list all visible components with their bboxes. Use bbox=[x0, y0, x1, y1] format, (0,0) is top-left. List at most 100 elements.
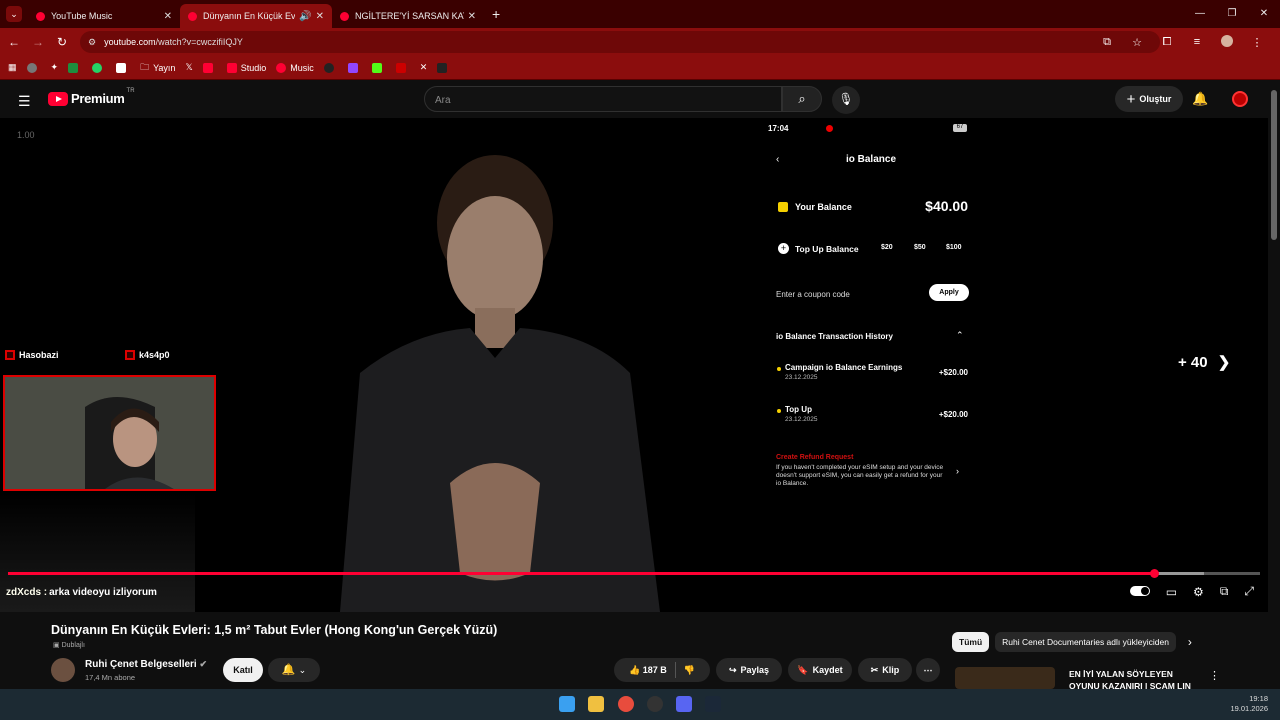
chrome-icon[interactable] bbox=[618, 696, 634, 712]
back-icon[interactable]: ← bbox=[2, 35, 26, 49]
chip-channel[interactable]: Ruhi Cenet Documentaries adlı yükleyicid… bbox=[995, 632, 1176, 652]
bookmark-star-icon[interactable]: ☆ bbox=[1122, 36, 1152, 49]
page-scrollbar[interactable] bbox=[1271, 90, 1277, 240]
bookmark-red-icon[interactable] bbox=[395, 62, 410, 73]
bookmark-twitch-icon[interactable] bbox=[347, 62, 362, 73]
subscription-notifications-button[interactable]: 🔔 ⌄ bbox=[268, 658, 320, 682]
youtube-masthead: ☰ Premium TR Ara ⌕ 🎙 + Oluştur 🔔 bbox=[0, 81, 1280, 117]
channel-avatar[interactable] bbox=[51, 658, 75, 682]
bookmark-cross-icon[interactable]: ✕ bbox=[420, 62, 428, 73]
new-tab-button[interactable]: + bbox=[492, 6, 500, 22]
system-clock[interactable]: 19:18 19.01.2026 bbox=[1230, 694, 1268, 714]
refund-title: Create Refund Request bbox=[776, 454, 854, 461]
tab-search-button[interactable]: ⌄ bbox=[6, 6, 22, 22]
close-tab-icon[interactable]: ✕ bbox=[316, 11, 324, 22]
extensions-icon[interactable]: ⧠ bbox=[1152, 36, 1182, 49]
related-more-icon[interactable]: ⋮ bbox=[1209, 669, 1220, 682]
related-video-thumbnail[interactable] bbox=[955, 667, 1055, 689]
phone-status-time: 17:04 bbox=[768, 124, 789, 133]
search-input[interactable]: Ara bbox=[424, 86, 782, 112]
url-bar[interactable]: ⚙ youtube.com/watch?v=cwczifiIQJY bbox=[80, 31, 1160, 53]
search-button[interactable]: ⌕ bbox=[782, 86, 822, 112]
cast-icon[interactable]: ⧉ bbox=[1092, 36, 1122, 49]
save-label: Kaydet bbox=[812, 665, 843, 675]
clip-button[interactable]: ✂ Klip bbox=[858, 658, 912, 682]
media-control-icon[interactable]: ≡ bbox=[1182, 36, 1212, 48]
transaction-name: Top Up bbox=[785, 405, 812, 414]
file-explorer-icon[interactable] bbox=[588, 696, 604, 712]
more-actions-button[interactable]: ⋯ bbox=[916, 658, 940, 682]
tab-video-2[interactable]: NGİLTERE'Yİ SARSAN KATLİAM ✕ bbox=[332, 4, 484, 28]
profile-avatar[interactable] bbox=[1212, 34, 1242, 50]
address-toolbar: ← → ↻ ⚙ youtube.com/watch?v=cwczifiIQJY … bbox=[0, 28, 1280, 56]
create-label: Oluştur bbox=[1139, 94, 1172, 104]
minimize-icon[interactable]: — bbox=[1184, 0, 1216, 28]
bookmark-studio[interactable]: Studio bbox=[226, 62, 266, 73]
fullscreen-icon[interactable]: ⤢ bbox=[1244, 584, 1254, 599]
forward-icon[interactable]: → bbox=[26, 35, 50, 49]
notifications-bell-icon[interactable]: 🔔 bbox=[1192, 91, 1208, 107]
progress-knob[interactable] bbox=[1149, 569, 1159, 578]
maximize-icon[interactable]: ❐ bbox=[1216, 0, 1248, 28]
speaker-icon[interactable]: 🔊 bbox=[299, 11, 311, 22]
bookmark-sheets-icon[interactable] bbox=[68, 62, 82, 73]
hamburger-menu-icon[interactable]: ☰ bbox=[18, 93, 31, 110]
transaction-date: 23.12.2025 bbox=[785, 416, 818, 423]
bookmark-dark-icon[interactable] bbox=[437, 62, 451, 73]
bookmark-icon-1[interactable] bbox=[26, 62, 41, 73]
phone-header: io Balance bbox=[845, 154, 897, 165]
apps-icon[interactable]: ▦ bbox=[8, 62, 17, 73]
bookmark-youtube-icon[interactable] bbox=[202, 62, 217, 73]
autoplay-toggle[interactable] bbox=[1129, 585, 1150, 599]
top-up-label: Top Up Balance bbox=[795, 244, 859, 254]
bookmark-gemini-icon[interactable]: ✦ bbox=[51, 62, 59, 73]
reload-icon[interactable]: ↻ bbox=[50, 35, 74, 49]
progress-bar[interactable] bbox=[8, 569, 1260, 578]
close-tab-icon[interactable]: ✕ bbox=[164, 11, 172, 22]
tab-current-video[interactable]: Dünyanın En Küçük Evleri: 1 🔊 ✕ bbox=[180, 4, 332, 28]
close-tab-icon[interactable]: ✕ bbox=[468, 11, 476, 22]
youtube-play-logo-icon bbox=[48, 91, 68, 106]
presenter-figure bbox=[340, 155, 660, 612]
video-player[interactable]: 1.00 17:04 67 io Balance ‹ Your Balance … bbox=[0, 118, 1268, 612]
subtitles-icon[interactable]: ▭ bbox=[1166, 585, 1177, 599]
miniplayer-icon[interactable]: ⧉ bbox=[1220, 584, 1229, 599]
scissors-icon: ✂ bbox=[870, 664, 879, 675]
youtube-premium-logo[interactable]: Premium TR bbox=[48, 88, 135, 106]
menu-icon[interactable]: ⋮ bbox=[1242, 36, 1272, 49]
close-window-icon[interactable]: ✕ bbox=[1248, 0, 1280, 28]
obs-icon[interactable] bbox=[647, 696, 663, 712]
discord-icon[interactable] bbox=[676, 696, 692, 712]
url-path: /watch?v=cwczifiIQJY bbox=[155, 37, 243, 47]
account-avatar[interactable] bbox=[1232, 91, 1248, 107]
steam-icon[interactable] bbox=[705, 696, 721, 712]
like-button[interactable]: 👍 187 B bbox=[629, 665, 667, 676]
bookmark-github-icon[interactable] bbox=[323, 62, 338, 73]
channel-name[interactable]: Ruhi Çenet Belgeselleri ✔ bbox=[85, 659, 207, 670]
bookmark-x-icon[interactable]: 𝕏 bbox=[185, 62, 192, 73]
tab-youtube-music[interactable]: YouTube Music ✕ bbox=[28, 4, 180, 28]
chevron-right-icon[interactable]: › bbox=[1188, 635, 1192, 649]
site-info-icon[interactable]: ⚙ bbox=[88, 37, 96, 48]
bookmark-kick-icon[interactable] bbox=[371, 62, 386, 73]
phone-screen-overlay: 17:04 67 io Balance ‹ Your Balance $40.0… bbox=[768, 124, 974, 504]
chip-all[interactable]: Tümü bbox=[952, 632, 990, 652]
join-button[interactable]: Katıl bbox=[223, 658, 263, 682]
player-controls-right: ▭ ⚙ ⧉ ⤢ bbox=[1114, 584, 1254, 599]
windows-start-icon[interactable] bbox=[559, 696, 575, 712]
create-button[interactable]: + Oluştur bbox=[1115, 86, 1183, 112]
bookmark-folder-yayin[interactable]: 🗀 Yayın bbox=[140, 60, 175, 76]
share-button[interactable]: ↪ Paylaş bbox=[716, 658, 782, 682]
bookmark-music[interactable]: Music bbox=[276, 62, 314, 73]
bookmark-gmail-icon[interactable] bbox=[116, 62, 130, 73]
bookmark-whatsapp-icon[interactable] bbox=[92, 62, 106, 73]
settings-gear-icon[interactable]: ⚙ bbox=[1193, 585, 1204, 599]
plus-40-overlay: + 40 ❯ bbox=[1178, 353, 1230, 371]
top-up-option: $50 bbox=[914, 244, 926, 251]
voice-search-button[interactable]: 🎙 bbox=[832, 86, 860, 114]
save-button[interactable]: 🔖 Kaydet bbox=[788, 658, 852, 682]
like-dislike-group: 👍 187 B 👎 bbox=[614, 658, 710, 682]
chevron-right-icon: ❯ bbox=[1217, 354, 1231, 371]
dislike-icon[interactable]: 👎 bbox=[684, 665, 695, 676]
refund-text: If you haven't completed your eSIM setup… bbox=[776, 464, 944, 487]
